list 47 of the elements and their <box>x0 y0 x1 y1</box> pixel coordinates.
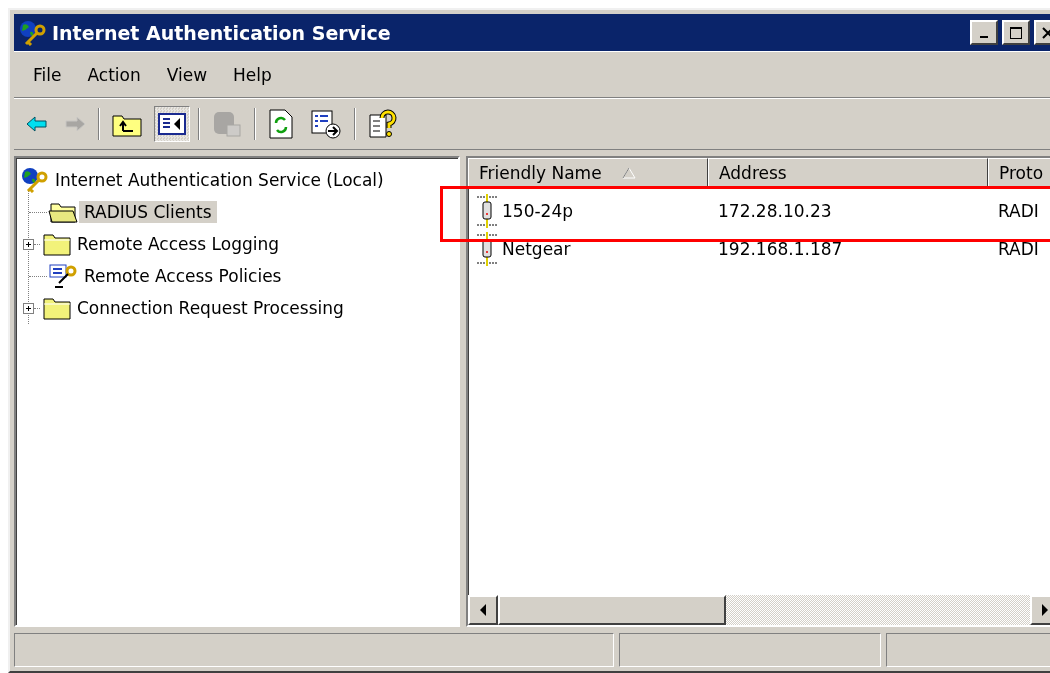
column-header[interactable]: Proto <box>988 158 1050 188</box>
table-cell: RADI <box>998 201 1039 221</box>
right-triangle-icon <box>1041 604 1049 616</box>
left-triangle-icon <box>479 604 487 616</box>
tree-item[interactable]: RADIUS Clients <box>79 201 217 223</box>
scroll-thumb[interactable] <box>498 595 726 625</box>
globe-key-icon <box>18 19 48 46</box>
expand-toggle[interactable] <box>23 238 34 250</box>
open-folder-icon <box>47 200 79 224</box>
server-icon <box>476 194 498 228</box>
pane-toggle-icon <box>158 112 186 136</box>
table-cell: Netgear <box>502 239 571 259</box>
refresh-icon <box>268 109 294 139</box>
server-icon <box>476 232 498 266</box>
table-cell: 150-24p <box>502 201 573 221</box>
menu-item[interactable]: Action <box>74 60 154 89</box>
folder-icon <box>40 296 72 320</box>
forward-arrow-icon <box>64 116 86 132</box>
table-cell: 192.168.1.187 <box>718 239 843 259</box>
maximize-button[interactable] <box>1002 20 1030 45</box>
help-icon <box>368 109 398 139</box>
disabled-tool-icon <box>212 110 242 138</box>
minimize-button[interactable] <box>970 20 998 45</box>
tree-item[interactable]: Remote Access Logging <box>72 233 285 255</box>
maximize-icon <box>1009 25 1023 40</box>
menu-item[interactable]: File <box>20 60 75 89</box>
minimize-icon <box>980 36 988 38</box>
export-list-icon <box>310 109 342 139</box>
horizontal-scrollbar[interactable] <box>468 595 1050 625</box>
expand-toggle[interactable] <box>23 302 34 314</box>
scroll-left-button[interactable] <box>468 595 498 625</box>
menu-item[interactable]: Help <box>220 60 285 89</box>
table-cell: RADI <box>998 239 1039 259</box>
sort-arrow-icon <box>621 167 636 179</box>
back-arrow-icon <box>26 116 48 132</box>
toolbar-button[interactable] <box>154 106 190 142</box>
column-header[interactable]: Friendly Name <box>468 158 708 188</box>
tree-item[interactable]: Remote Access Policies <box>79 265 287 287</box>
column-header[interactable]: Address <box>708 158 988 188</box>
tree-item[interactable]: Internet Authentication Service (Local) <box>50 169 389 191</box>
menu-item[interactable]: View <box>153 60 221 89</box>
tree-item[interactable]: Connection Request Processing <box>72 297 349 319</box>
policy-key-icon <box>47 263 79 289</box>
folder-icon <box>40 232 72 256</box>
globe-key-icon <box>20 167 50 193</box>
window-title: Internet Authentication Service <box>52 21 392 44</box>
table-cell: 172.28.10.23 <box>718 201 832 221</box>
